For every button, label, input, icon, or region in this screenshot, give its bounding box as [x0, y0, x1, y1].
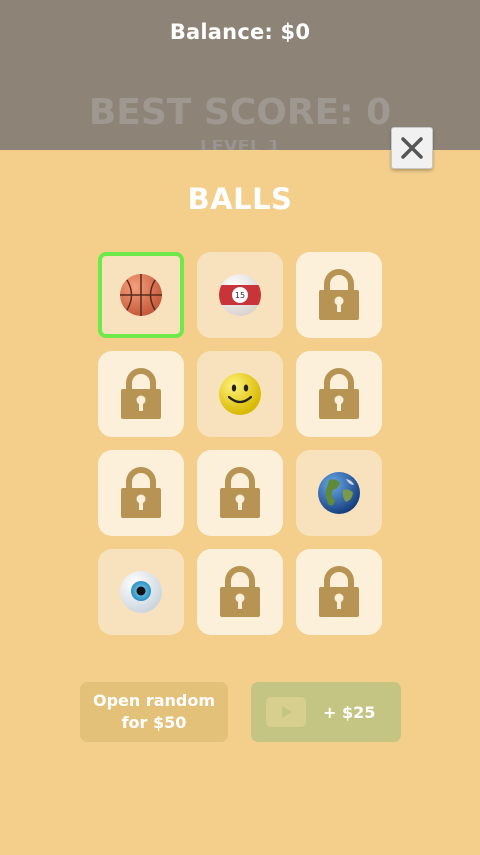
lock-icon	[121, 467, 161, 518]
open-random-label-line2: for $50	[121, 713, 187, 732]
lock-icon	[121, 368, 161, 419]
smiley-ball-icon	[219, 373, 261, 415]
lock-icon	[220, 566, 260, 617]
lock-icon	[319, 566, 359, 617]
ball-slot-eyeball[interactable]	[98, 549, 184, 635]
ball-slot-locked[interactable]	[296, 252, 382, 338]
open-random-label-line1: Open random	[92, 691, 216, 710]
close-icon	[401, 137, 423, 159]
watch-ad-button[interactable]: + $25	[251, 682, 401, 742]
eyeball-icon	[120, 571, 162, 613]
lock-icon	[220, 467, 260, 518]
ball-slot-locked[interactable]	[98, 450, 184, 536]
level-label-peek: LEVEL 1	[160, 140, 320, 150]
lock-icon	[319, 269, 359, 320]
ball-slot-locked[interactable]	[197, 549, 283, 635]
lock-icon	[319, 368, 359, 419]
ball-grid: 15	[98, 252, 382, 635]
ball-slot-smiley[interactable]	[197, 351, 283, 437]
balance-label: Balance: $0	[169, 20, 311, 44]
billiard-ball-icon: 15	[219, 274, 261, 316]
open-random-button[interactable]: Open random for $50	[80, 682, 228, 742]
ball-slot-locked[interactable]	[197, 450, 283, 536]
billiard-number: 15	[235, 291, 245, 300]
ball-slot-locked[interactable]	[98, 351, 184, 437]
ball-slot-billiard[interactable]: 15	[197, 252, 283, 338]
close-button[interactable]	[391, 127, 433, 169]
ball-slot-basketball[interactable]	[98, 252, 184, 338]
earth-ball-icon	[318, 472, 360, 514]
ad-reward-label: + $25	[323, 702, 376, 722]
video-play-icon	[266, 697, 306, 727]
basketball-icon	[120, 274, 162, 316]
ball-slot-locked[interactable]	[296, 549, 382, 635]
panel-title: BALLS	[187, 182, 293, 216]
ball-slot-earth[interactable]	[296, 450, 382, 536]
ball-slot-locked[interactable]	[296, 351, 382, 437]
